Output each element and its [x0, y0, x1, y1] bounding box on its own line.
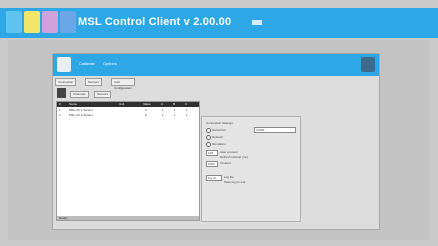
menu-calibrate[interactable]: Calibrate: [79, 61, 95, 66]
col-a: A: [161, 102, 164, 106]
control-window-header: Calibrate Options: [53, 54, 379, 76]
tab-sensors[interactable]: Sensors: [85, 78, 103, 86]
radio-network-label: Network: [212, 135, 224, 139]
tab-auto-configuration[interactable]: Auto Configuration: [111, 78, 135, 90]
radio-network[interactable]: [206, 135, 211, 140]
tab-sensors-list[interactable]: Sensors: [94, 91, 112, 98]
tab-channels[interactable]: Channels: [70, 91, 89, 98]
app-logos: [6, 11, 76, 35]
radio-serial[interactable]: [206, 128, 211, 133]
save-log-label: Save log on exit: [224, 180, 246, 184]
radio-simulation[interactable]: [206, 142, 211, 147]
col-index: #: [59, 102, 61, 106]
logfile-value: log.txt: [208, 176, 217, 180]
col-name: Name: [69, 102, 78, 106]
col-c: C: [185, 102, 188, 106]
cell-value: 0: [145, 113, 147, 117]
col-b: B: [173, 102, 176, 106]
table-row[interactable]: 2 MSL-Ch 2 Sensor 0 1 1 1: [57, 113, 199, 118]
timeout-label: Timeout: [220, 161, 231, 165]
channel-table: # Name Unit Value A B C 1 MSL-Ch 1 Senso…: [56, 101, 200, 221]
serial-port-field[interactable]: COM1: [254, 127, 296, 133]
table-footer: Ready: [57, 216, 199, 220]
logo-tile-1: [6, 11, 22, 33]
channel-panel: Channels Sensors # Name Unit Value A B C…: [56, 87, 200, 222]
logfile-label: Log file: [224, 175, 234, 179]
timeout-field[interactable]: 1000: [206, 161, 218, 167]
cell-a: 1: [162, 113, 164, 117]
logo-tile-2: [24, 11, 40, 33]
refresh-label: Refresh interval (ms): [220, 155, 248, 159]
serial-port-value: COM1: [256, 128, 265, 132]
radio-serial-label: Serial Port: [212, 128, 227, 132]
cell-b: 1: [174, 113, 176, 117]
workspace: Calibrate Options Connection Sensors Aut…: [8, 40, 430, 240]
autoconnect-field[interactable]: 100: [206, 150, 218, 156]
settings-group-title: Connection Settings: [206, 121, 233, 125]
save-icon[interactable]: [361, 57, 375, 72]
cell-c: 1: [186, 113, 188, 117]
menu-options[interactable]: Options: [103, 61, 117, 66]
cell-name: MSL-Ch 2 Sensor: [69, 113, 93, 117]
col-value: Value: [143, 102, 151, 106]
device-icon: [57, 88, 66, 98]
app-title: MSL Control Client v 2.00.00: [78, 16, 232, 28]
app-home-icon[interactable]: [57, 57, 71, 72]
tab-connection[interactable]: Connection: [55, 78, 77, 86]
control-window: Calibrate Options Connection Sensors Aut…: [52, 53, 380, 230]
radio-simulation-label: Simulation: [212, 142, 227, 146]
autoconnect-label: Auto connect: [220, 150, 238, 154]
app-titlebar: MSL Control Client v 2.00.00: [0, 8, 438, 38]
status-text: Ready: [59, 216, 68, 220]
col-unit: Unit: [119, 102, 125, 106]
logfile-field[interactable]: log.txt: [206, 175, 222, 181]
timeout-value: 1000: [208, 162, 215, 166]
logo-tile-3: [42, 11, 58, 33]
autoconnect-value: 100: [208, 151, 214, 155]
titlebar-indicator[interactable]: [252, 20, 262, 25]
table-header: # Name Unit Value A B C: [57, 102, 199, 107]
settings-panel: Connection Settings Serial Port COM1 Net…: [201, 116, 301, 222]
logo-tile-4: [60, 11, 76, 33]
cell-index: 2: [59, 113, 61, 117]
